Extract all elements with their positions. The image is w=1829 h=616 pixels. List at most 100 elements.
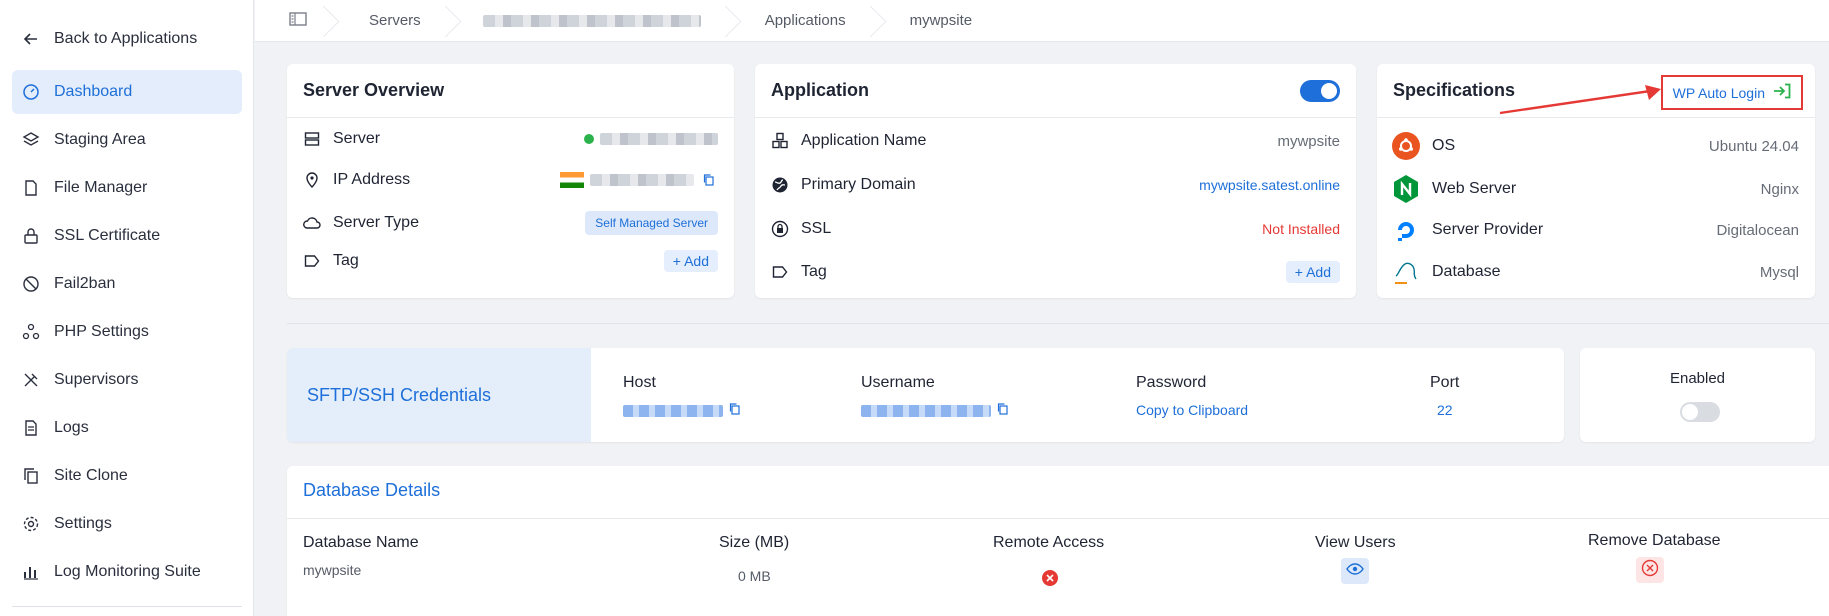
card-title: Server Overview xyxy=(287,64,734,118)
back-to-applications-link[interactable]: Back to Applications xyxy=(22,30,197,48)
username-value xyxy=(861,402,1009,420)
location-pin-icon xyxy=(303,171,321,189)
sidebar-item-label: SSL Certificate xyxy=(54,227,161,244)
ssl-row: SSL Not Installed xyxy=(771,220,1340,238)
ssl-label: SSL xyxy=(801,220,832,237)
password-label: Password xyxy=(1136,374,1207,391)
arrow-left-icon xyxy=(22,30,40,48)
lock-icon xyxy=(24,228,38,244)
web-server-value: Nginx xyxy=(1760,180,1799,198)
sidebar-item-site-clone[interactable]: Site Clone xyxy=(12,454,242,498)
copy-icon[interactable] xyxy=(997,402,1009,420)
close-circle-icon xyxy=(1641,559,1659,582)
provider-label: Server Provider xyxy=(1432,221,1544,238)
port-value: 22 xyxy=(1437,402,1453,418)
sidebar-item-label: Log Monitoring Suite xyxy=(54,563,201,580)
sftp-title: SFTP/SSH Credentials xyxy=(307,384,492,405)
sidebar-toggle-button[interactable] xyxy=(255,0,333,42)
layers-icon xyxy=(22,132,40,146)
nodes-icon xyxy=(22,323,40,340)
database-label: Database xyxy=(1432,263,1501,280)
sidebar-item-settings[interactable]: Settings xyxy=(12,502,242,546)
web-server-label: Web Server xyxy=(1432,180,1517,197)
database-size-cell: 0 MB xyxy=(738,568,771,584)
ban-icon xyxy=(23,276,39,292)
sidebar-item-label: Logs xyxy=(54,419,89,436)
copy-password-link[interactable]: Copy to Clipboard xyxy=(1136,402,1248,418)
column-remove-database: Remove Database xyxy=(1588,532,1721,549)
application-enabled-toggle[interactable] xyxy=(1300,80,1340,102)
add-tag-button[interactable]: + Add xyxy=(1285,261,1340,283)
status-dot xyxy=(584,134,594,144)
app-tag-row: Tag + Add xyxy=(771,261,1340,283)
breadcrumb: Servers Applications mywpsite xyxy=(255,0,1829,42)
tag-icon xyxy=(771,263,789,281)
app-name-row: Application Name mywpsite xyxy=(771,132,1340,150)
sidebar-item-label: Dashboard xyxy=(54,83,133,100)
mysql-icon xyxy=(1392,258,1420,286)
copy-icon[interactable] xyxy=(729,402,741,420)
app-name-value: mywpsite xyxy=(1277,132,1340,150)
port-label: Port xyxy=(1430,374,1460,391)
login-arrow-icon xyxy=(1773,83,1791,102)
redacted-username xyxy=(861,405,991,417)
server-tag-row: Tag + Add xyxy=(303,250,718,272)
server-label: Server xyxy=(333,130,381,147)
file-icon xyxy=(25,180,37,196)
server-icon xyxy=(303,130,321,148)
padlock-icon xyxy=(771,220,789,238)
digitalocean-icon xyxy=(1392,216,1420,244)
breadcrumb-server-redacted[interactable] xyxy=(455,0,735,42)
cloud-icon xyxy=(303,214,321,232)
breadcrumb-servers[interactable]: Servers xyxy=(333,0,455,42)
india-flag-icon xyxy=(560,172,584,188)
sidebar-item-label: Supervisors xyxy=(54,371,139,388)
database-value: Mysql xyxy=(1759,263,1799,281)
server-row: Server xyxy=(303,130,718,148)
column-database-name: Database Name xyxy=(303,534,419,551)
remove-database-button[interactable] xyxy=(1636,557,1664,583)
sidebar-item-ssl-certificate[interactable]: SSL Certificate xyxy=(12,214,242,258)
column-size: Size (MB) xyxy=(719,534,790,551)
wp-auto-login-label: WP Auto Login xyxy=(1672,84,1765,101)
sidebar-item-php-settings[interactable]: PHP Settings xyxy=(12,310,242,354)
domain-row: Primary Domain mywpsite.satest.online xyxy=(771,176,1340,194)
column-remote-access: Remote Access xyxy=(993,534,1105,551)
breadcrumb-applications[interactable]: Applications xyxy=(735,0,880,42)
card-title: Application xyxy=(755,64,1356,118)
sidebar-item-logs[interactable]: Logs xyxy=(12,406,242,450)
server-type-row: Server Type Self Managed Server xyxy=(303,211,718,235)
sidebar-item-dashboard[interactable]: Dashboard xyxy=(12,70,242,114)
sidebar-item-staging-area[interactable]: Staging Area xyxy=(12,118,242,162)
primary-domain-link[interactable]: mywpsite.satest.online xyxy=(1199,177,1340,193)
sidebar-item-file-manager[interactable]: File Manager xyxy=(12,166,242,210)
bar-chart-icon xyxy=(24,567,38,580)
domain-label: Primary Domain xyxy=(801,176,916,193)
gear-icon xyxy=(23,516,39,532)
view-users-button[interactable] xyxy=(1341,558,1369,584)
eye-icon xyxy=(1346,562,1364,580)
redacted-server-value xyxy=(600,133,718,145)
add-tag-button[interactable]: + Add xyxy=(663,250,718,272)
database-head-divider xyxy=(287,518,1829,519)
sftp-enabled-toggle[interactable] xyxy=(1680,402,1720,422)
tag-label: Tag xyxy=(801,263,827,280)
sidebar-item-fail2ban[interactable]: Fail2ban xyxy=(12,262,242,306)
sidebar-item-supervisors[interactable]: Supervisors xyxy=(12,358,242,402)
sidebar-item-log-monitoring-suite[interactable]: Log Monitoring Suite xyxy=(12,550,242,594)
back-label: Back to Applications xyxy=(54,30,198,47)
sidebar-item-label: Site Clone xyxy=(54,467,128,484)
copy-icon[interactable] xyxy=(700,171,718,189)
sftp-credentials-card: SFTP/SSH Credentials Host Username Passw… xyxy=(287,348,1564,442)
web-server-row: Web Server Nginx xyxy=(1392,174,1799,204)
tag-icon xyxy=(303,252,321,270)
breadcrumb-current: mywpsite xyxy=(909,12,973,29)
os-row: OS Ubuntu 24.04 xyxy=(1392,132,1799,160)
redacted-host xyxy=(623,405,723,417)
nginx-icon xyxy=(1392,174,1420,204)
app-name-label: Application Name xyxy=(801,132,927,149)
ubuntu-icon xyxy=(1392,132,1420,160)
ip-label: IP Address xyxy=(333,171,411,188)
wp-auto-login-button[interactable]: WP Auto Login xyxy=(1660,75,1803,110)
sidebar-item-label: Fail2ban xyxy=(54,275,116,292)
